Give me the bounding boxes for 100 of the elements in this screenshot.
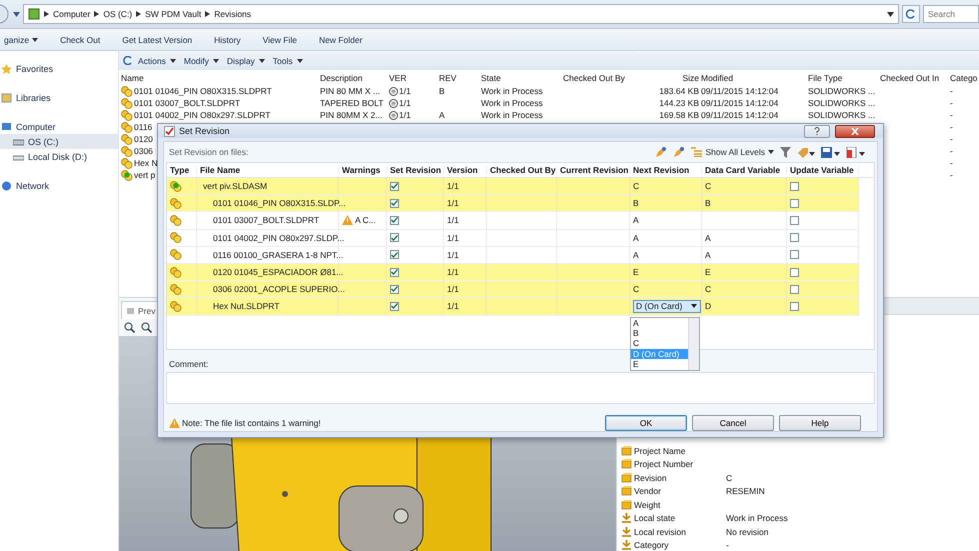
menu-button[interactable]: Tools bbox=[270, 54, 306, 66]
checkbox[interactable] bbox=[790, 302, 799, 311]
checkbox[interactable] bbox=[390, 233, 399, 242]
table-row[interactable]: 0101 04002_PIN O80x297.SLDP... 1/1 A A bbox=[167, 230, 859, 247]
tag-icon[interactable] bbox=[797, 146, 815, 158]
checkbox[interactable] bbox=[390, 198, 399, 208]
column-header[interactable]: VER bbox=[387, 72, 437, 82]
save-icon[interactable] bbox=[821, 146, 840, 158]
sidebar-item[interactable]: OS (C:) bbox=[0, 134, 118, 149]
table-row[interactable]: 0101 03007_BOLT.SLDPRT A C... 1/1 A bbox=[167, 212, 859, 230]
refresh-icon[interactable] bbox=[123, 56, 133, 65]
zoom-out-icon[interactable] bbox=[141, 322, 152, 333]
checkbox[interactable] bbox=[390, 302, 399, 311]
file-name[interactable]: 0101 01046_PIN O80X315.SLDPRT bbox=[134, 86, 272, 96]
column-header[interactable]: Warnings bbox=[339, 165, 387, 175]
column-header[interactable]: Update Variable bbox=[787, 165, 859, 175]
toolbar-button[interactable]: New Folder bbox=[310, 32, 370, 46]
file-name[interactable]: vert p bbox=[134, 170, 156, 180]
path-segment[interactable]: SW PDM Vault bbox=[145, 9, 202, 19]
column-header[interactable]: File Name bbox=[197, 165, 339, 175]
column-header[interactable]: Type bbox=[167, 165, 197, 175]
dropdown-option[interactable]: A bbox=[631, 318, 688, 328]
column-header[interactable]: Checked Out By bbox=[487, 165, 557, 175]
checkbox[interactable] bbox=[390, 182, 399, 191]
column-header[interactable]: Data Card Variable bbox=[702, 165, 787, 175]
menu-button[interactable]: Modify bbox=[180, 54, 222, 66]
filter-icon[interactable] bbox=[780, 146, 791, 158]
column-header[interactable]: Modified bbox=[699, 72, 806, 82]
checkbox[interactable] bbox=[790, 284, 799, 294]
help-button[interactable] bbox=[804, 124, 830, 138]
checkbox[interactable] bbox=[390, 268, 399, 277]
table-row[interactable]: 0120 01045_ESPACIADOR Ø81... 1/1 E E bbox=[167, 264, 859, 282]
sidebar-item[interactable]: Favorites bbox=[0, 61, 118, 76]
dropdown-option[interactable]: B bbox=[631, 328, 688, 338]
path-segment[interactable]: Computer bbox=[53, 9, 90, 19]
column-header[interactable]: Set Revision bbox=[387, 165, 444, 175]
checkbox[interactable] bbox=[390, 216, 399, 225]
sidebar-item[interactable]: Local Disk (D:) bbox=[0, 149, 118, 164]
path-segment[interactable]: Revisions bbox=[214, 9, 252, 19]
sidebar-item[interactable]: Network bbox=[0, 178, 118, 193]
checkbox[interactable] bbox=[790, 233, 799, 242]
path-segment[interactable]: OS (C:) bbox=[103, 9, 132, 19]
file-name[interactable]: 0306 bbox=[134, 146, 153, 156]
table-row[interactable]: 0306 02001_ACOPLE SUPERIO... 1/1 C C bbox=[167, 281, 859, 298]
assembly-icon bbox=[170, 180, 182, 192]
column-header[interactable]: Current Revision bbox=[557, 165, 630, 175]
file-name[interactable]: 0116 bbox=[134, 122, 152, 132]
table-row[interactable]: vert piv.SLDASM 1/1 C C bbox=[167, 178, 859, 196]
revision-dropdown[interactable]: D (On Card) bbox=[633, 300, 701, 313]
checkbox[interactable] bbox=[790, 268, 799, 277]
scrollbar[interactable] bbox=[688, 318, 699, 370]
toolbar-button[interactable]: View File bbox=[254, 32, 305, 46]
file-name[interactable]: 0101 03007_BOLT.SLDPRT bbox=[134, 98, 240, 108]
comment-field[interactable] bbox=[166, 372, 875, 404]
levels-dropdown[interactable]: Show All Levels bbox=[691, 147, 774, 157]
checkbox[interactable] bbox=[790, 250, 799, 260]
column-header[interactable]: State bbox=[479, 72, 561, 82]
zoom-in-icon[interactable] bbox=[124, 322, 135, 333]
column-header[interactable]: Checked Out By bbox=[561, 72, 641, 82]
column-header[interactable]: Version bbox=[444, 165, 487, 175]
column-header[interactable]: REV bbox=[437, 72, 479, 82]
address-field[interactable]: Computer OS (C:) SW PDM Vault Revisions bbox=[23, 4, 899, 24]
column-header[interactable]: File Type bbox=[806, 72, 878, 82]
caret-icon[interactable] bbox=[13, 12, 20, 16]
toolbar-button[interactable]: ganize bbox=[0, 32, 46, 46]
dropdown-option[interactable]: E bbox=[631, 359, 688, 370]
menu-button[interactable]: Actions bbox=[135, 54, 179, 66]
file-name[interactable]: 0101 04002_PIN O80x297.SLDPRT bbox=[134, 110, 270, 120]
close-button[interactable] bbox=[835, 124, 875, 138]
file-name[interactable]: 0120 bbox=[134, 134, 153, 144]
checkbox[interactable] bbox=[390, 284, 399, 294]
checkbox[interactable] bbox=[790, 198, 799, 208]
checkbox[interactable] bbox=[790, 182, 799, 191]
caret-icon[interactable] bbox=[887, 12, 894, 16]
toolbar-button[interactable]: Check Out bbox=[52, 32, 108, 46]
pencil-icon[interactable] bbox=[655, 146, 668, 158]
column-header[interactable]: Size bbox=[641, 72, 699, 82]
table-row[interactable]: 0101 01046_PIN O80X315.SLDP... 1/1 B B bbox=[167, 195, 859, 212]
search-field[interactable]: Search bbox=[923, 5, 979, 23]
column-header[interactable]: Checked Out In bbox=[878, 72, 948, 82]
document-icon[interactable] bbox=[846, 146, 865, 158]
refresh-button[interactable] bbox=[902, 5, 920, 23]
table-row[interactable]: Hex Nut.SLDPRT 1/1 D (On Card) D bbox=[167, 298, 859, 316]
checkbox[interactable] bbox=[390, 250, 399, 260]
dialog-button[interactable]: Help bbox=[779, 415, 861, 431]
menu-button[interactable]: Display bbox=[224, 54, 268, 66]
column-header[interactable]: Name bbox=[119, 72, 318, 82]
sidebar-item[interactable]: Computer bbox=[0, 119, 118, 134]
column-header[interactable]: Next Revision bbox=[630, 165, 702, 175]
pencil-icon[interactable] bbox=[673, 146, 686, 158]
dialog-button[interactable]: Cancel bbox=[692, 415, 774, 431]
dropdown-option[interactable]: C bbox=[631, 338, 688, 349]
sidebar-item[interactable]: Libraries bbox=[0, 90, 118, 105]
toolbar-button[interactable]: Get Latest Version bbox=[114, 32, 200, 46]
column-header[interactable]: Catego bbox=[948, 72, 979, 82]
dialog-button[interactable]: OK bbox=[605, 415, 687, 431]
file-name[interactable]: Hex N bbox=[134, 158, 158, 168]
checkbox[interactable] bbox=[790, 216, 799, 225]
column-header[interactable]: Description bbox=[318, 72, 387, 82]
toolbar-button[interactable]: History bbox=[206, 32, 249, 46]
